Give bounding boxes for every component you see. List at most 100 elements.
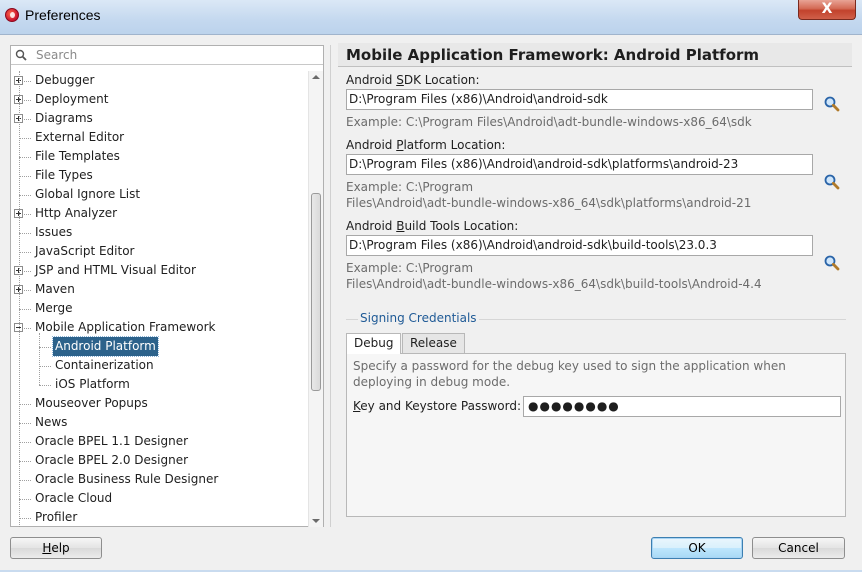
tree-item[interactable]: Merge [11, 299, 308, 318]
tree-connector [19, 404, 31, 405]
tree-connector [19, 252, 31, 253]
search-input[interactable]: Search [11, 46, 323, 65]
tree-item-label: Http Analyzer [35, 206, 118, 220]
tree-item[interactable]: File Types [11, 166, 308, 185]
tree-connector [19, 157, 31, 158]
tree-item-label: Mouseover Popups [35, 396, 148, 410]
tree-item[interactable]: Oracle Cloud [11, 489, 308, 508]
dialog-body: Search Debugger Deployment Diagrams Externa… [0, 34, 862, 570]
tree-connector [19, 233, 31, 234]
tree-guide-line [39, 333, 40, 385]
tree-connector [19, 518, 31, 519]
preferences-tree: Debugger Deployment Diagrams External Edito… [11, 71, 308, 527]
window-title: Preferences [25, 7, 101, 23]
tree-item-label: Global Ignore List [35, 187, 141, 201]
tree-connector [19, 423, 31, 424]
tree-item[interactable]: Oracle Business Rule Designer [11, 470, 308, 489]
tree-guide-line [19, 71, 20, 527]
tree-connector [19, 480, 31, 481]
tree-item[interactable]: External Editor [11, 128, 308, 147]
sdk-location-field[interactable]: D:\Program Files (x86)\Android\android-s… [346, 89, 813, 110]
tree-connector [19, 176, 31, 177]
debug-description: Specify a password for the debug key use… [353, 359, 786, 389]
tree-item-label: Oracle Cloud [35, 491, 113, 505]
build-tools-example-line1: Example: C:\Program [346, 261, 474, 275]
tree-item[interactable]: Http Analyzer [11, 204, 308, 223]
scroll-thumb[interactable] [311, 193, 321, 391]
navigation-panel: Search Debugger Deployment Diagrams Externa… [10, 45, 324, 527]
tree-item[interactable]: Deployment [11, 90, 308, 109]
platform-location-label: Android Platform Location: [346, 138, 506, 152]
close-icon: X [821, 1, 833, 17]
tree-connector [39, 385, 51, 386]
settings-panel: Mobile Application Framework: Android Pl… [338, 43, 852, 527]
tree-connector [19, 499, 31, 500]
app-icon [5, 8, 19, 22]
tree-item[interactable]: Oracle BPEL 2.0 Designer [11, 451, 308, 470]
keystore-password-field[interactable]: ●●●●●●●● [523, 396, 841, 417]
platform-example-line1: Example: C:\Program [346, 180, 474, 194]
tree-connector [19, 442, 31, 443]
tree-item[interactable]: Diagrams [11, 109, 308, 128]
tree-item[interactable]: Mobile Application Framework [11, 318, 308, 337]
build-tools-location-field[interactable]: D:\Program Files (x86)\Android\android-s… [346, 235, 813, 256]
cancel-button[interactable]: Cancel [752, 537, 845, 559]
title-bar: Preferences X [0, 0, 862, 34]
page-title: Mobile Application Framework: Android Pl… [338, 43, 852, 67]
scroll-down-icon[interactable] [312, 519, 320, 523]
tree-item[interactable]: JSP and HTML Visual Editor [11, 261, 308, 280]
tree-connector [39, 347, 51, 348]
sdk-example-text: Example: C:\Program Files\Android\adt-bu… [346, 115, 752, 129]
tree-scrollbar[interactable] [308, 71, 323, 527]
tree-item-label: Mobile Application Framework [35, 320, 216, 334]
sdk-location-label: Android SDK Location: [346, 73, 480, 87]
scroll-up-icon[interactable] [312, 75, 320, 79]
tree-item[interactable]: Oracle BPEL 1.1 Designer [11, 432, 308, 451]
tree-item[interactable]: JavaScript Editor [11, 242, 308, 261]
tree-item[interactable]: Mouseover Popups [11, 394, 308, 413]
tree-connector [19, 461, 31, 462]
signing-credentials-title: Signing Credentials [358, 311, 479, 325]
help-button[interactable]: Help [10, 537, 102, 559]
tree-item-label: Deployment [35, 92, 109, 106]
tree-item-label: Oracle Business Rule Designer [35, 472, 219, 486]
ok-button[interactable]: OK [651, 537, 743, 559]
tree-item-label: Merge [35, 301, 73, 315]
tree-item-label: iOS Platform [55, 377, 130, 391]
tree-item-label: Android Platform [52, 336, 159, 357]
tree-item[interactable]: Maven [11, 280, 308, 299]
tree-item[interactable]: Global Ignore List [11, 185, 308, 204]
tree-item-label: Maven [35, 282, 75, 296]
tree-item-label: Oracle BPEL 2.0 Designer [35, 453, 189, 467]
search-placeholder: Search [36, 48, 78, 62]
tree-item[interactable]: Profiler [11, 508, 308, 527]
platform-example-line2: Files\Android\adt-bundle-windows-x86_64\… [346, 196, 752, 210]
panel-splitter[interactable] [330, 45, 333, 527]
tree-item-label: Issues [35, 225, 73, 239]
tab-debug[interactable]: Debug [346, 333, 402, 354]
tree-item-label: File Types [35, 168, 93, 182]
tab-release[interactable]: Release [402, 333, 465, 353]
tree-item-label: Profiler [35, 510, 78, 524]
search-icon [15, 49, 27, 61]
tree-item[interactable]: File Templates [11, 147, 308, 166]
tree-child-item[interactable]: Android Platform [11, 336, 308, 357]
tree-item-label: JavaScript Editor [35, 244, 135, 258]
tree-item[interactable]: Issues [11, 223, 308, 242]
build-tools-browse-icon[interactable] [823, 254, 841, 272]
tree-item-label: News [35, 415, 68, 429]
window-close-button[interactable]: X [798, 0, 856, 20]
platform-browse-icon[interactable] [823, 173, 841, 191]
tree-item[interactable]: Debugger [11, 71, 308, 90]
tree-child-item[interactable]: Containerization [11, 356, 308, 375]
platform-location-field[interactable]: D:\Program Files (x86)\Android\android-s… [346, 154, 813, 175]
tree-item-label: Diagrams [35, 111, 93, 125]
tree-connector [19, 195, 31, 196]
tree-item-label: External Editor [35, 130, 125, 144]
tree-child-item[interactable]: iOS Platform [11, 375, 308, 394]
tree-item[interactable]: News [11, 413, 308, 432]
tree-item-label: Containerization [55, 358, 154, 372]
build-tools-example-line2: Files\Android\adt-bundle-windows-x86_64\… [346, 277, 762, 291]
sdk-browse-icon[interactable] [823, 95, 841, 113]
tree-item-label: JSP and HTML Visual Editor [35, 263, 196, 277]
